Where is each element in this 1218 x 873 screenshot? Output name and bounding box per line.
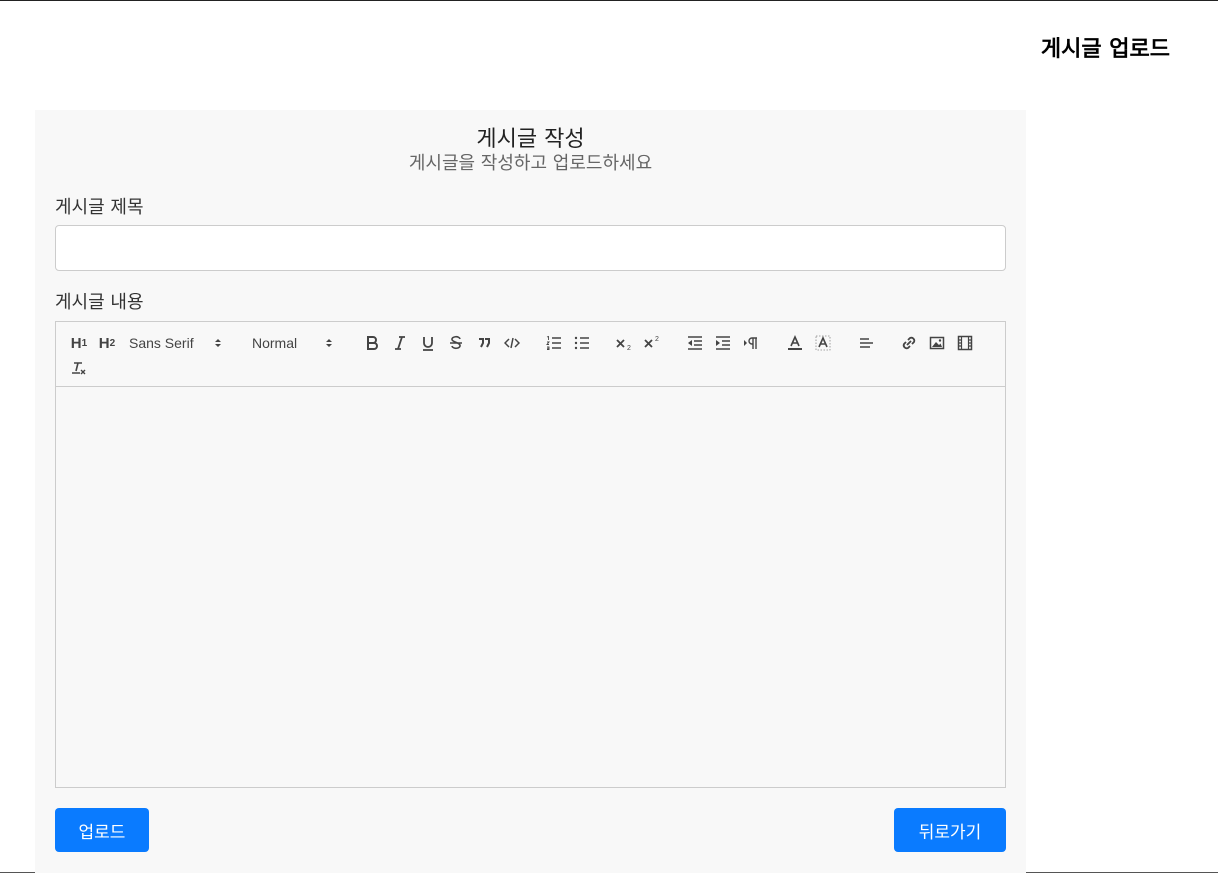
link-button[interactable]: [898, 332, 920, 354]
svg-text:2: 2: [627, 345, 631, 351]
size-picker[interactable]: Normal: [252, 332, 334, 354]
clean-format-button[interactable]: [68, 357, 90, 379]
form-title: 게시글 작성: [476, 127, 585, 152]
superscript-icon: 2: [644, 336, 659, 348]
upload-button[interactable]: 업로드: [55, 808, 149, 852]
header1-button[interactable]: H1: [68, 332, 90, 354]
post-form-card: 게시글 작성 게시글을 작성하고 업로드하세요 게시글 제목 게시글 내용 H1…: [35, 110, 1026, 873]
size-picker-label: Normal: [252, 335, 298, 351]
picker-arrows-icon: [215, 339, 221, 347]
font-picker[interactable]: Sans Serif: [129, 332, 223, 354]
bullet-list-icon: [574, 336, 589, 350]
outdent-button[interactable]: [684, 332, 706, 354]
title-input[interactable]: [55, 225, 1006, 271]
italic-button[interactable]: [389, 332, 411, 354]
align-button[interactable]: [855, 332, 877, 354]
background-color-icon: [815, 335, 831, 351]
picker-arrows-icon: [326, 339, 332, 347]
back-button[interactable]: 뒤로가기: [894, 808, 1006, 852]
underline-button[interactable]: [417, 332, 439, 354]
outdent-icon: [688, 336, 702, 350]
h2-sub: 2: [109, 337, 116, 349]
quote-icon: [479, 338, 490, 348]
image-button[interactable]: [926, 332, 948, 354]
text-color-button[interactable]: [784, 332, 806, 354]
editor-toolbar: H1 H2 Sans Serif Normal 2 2: [55, 321, 1006, 387]
h1-text: H: [70, 334, 82, 352]
indent-icon: [716, 336, 730, 350]
font-picker-label: Sans Serif: [129, 335, 194, 351]
svg-text:2: 2: [655, 336, 659, 343]
page-title: 게시글 업로드: [1040, 37, 1170, 62]
bold-button[interactable]: [361, 332, 383, 354]
video-button[interactable]: [954, 332, 976, 354]
code-block-button[interactable]: [501, 332, 523, 354]
superscript-button[interactable]: 2: [641, 332, 663, 354]
background-color-button[interactable]: [812, 332, 834, 354]
direction-button[interactable]: [740, 332, 762, 354]
h2-text: H: [98, 334, 110, 352]
blockquote-button[interactable]: [473, 332, 495, 354]
code-icon: [504, 337, 520, 349]
image-icon: [929, 336, 945, 350]
indent-button[interactable]: [712, 332, 734, 354]
bullet-list-button[interactable]: [571, 332, 593, 354]
content-editor[interactable]: [55, 387, 1006, 788]
bold-icon: [367, 336, 378, 350]
title-label: 게시글 제목: [55, 197, 144, 218]
video-icon: [957, 335, 973, 351]
form-subtitle: 게시글을 작성하고 업로드하세요: [408, 153, 653, 174]
strikethrough-icon: [450, 335, 462, 350]
clear-format-icon: [72, 362, 86, 375]
ordered-list-button[interactable]: [543, 332, 565, 354]
ordered-list-icon: [546, 335, 561, 350]
underline-icon: [423, 337, 433, 351]
link-icon: [902, 336, 916, 350]
h1-sub: 1: [81, 337, 88, 349]
header2-button[interactable]: H2: [96, 332, 118, 354]
text-color-icon: [788, 335, 802, 350]
italic-icon: [395, 336, 405, 350]
content-label: 게시글 내용: [55, 292, 144, 313]
subscript-icon: 2: [616, 339, 631, 351]
align-left-icon: [860, 338, 873, 348]
pilcrow-direction-icon: [744, 337, 757, 349]
strike-button[interactable]: [445, 332, 467, 354]
subscript-button[interactable]: 2: [613, 332, 635, 354]
